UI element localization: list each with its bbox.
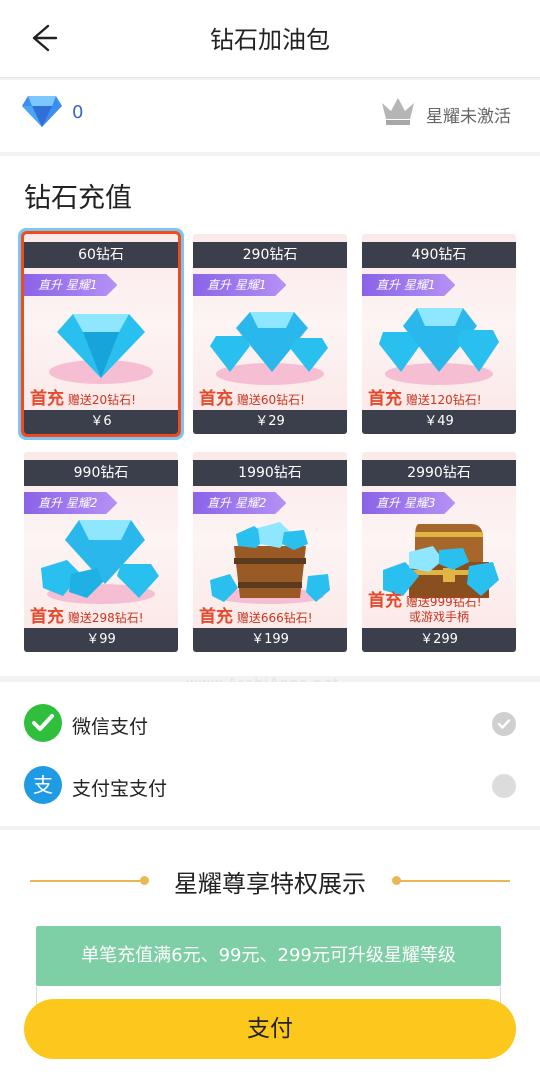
first-charge-promo: 首充 赠送20钻石! [30,389,136,409]
recharge-card-990[interactable]: 990钻石 直升 星耀2 首充 赠送298钻石! ￥99 [24,452,178,652]
star-status: 星耀未激活 [426,107,511,127]
card-amount: 60钻石 [24,242,178,268]
diamonds-icon [41,518,161,604]
card-amount: 2990钻石 [362,460,516,486]
card-amount: 990钻石 [24,460,178,486]
star-badge: 直升 星耀3 [362,492,456,514]
first-charge-promo: 首充 赠送120钻石! [368,389,482,409]
section-title: 钻石充值 [24,183,132,214]
star-badge: 直升 星耀1 [193,274,287,296]
card-price: ￥49 [362,410,516,434]
pay-button[interactable]: 支付 [24,999,516,1059]
star-badge: 直升 星耀1 [24,274,118,296]
bucket-of-diamonds-icon [210,518,330,604]
diamond-icon [22,94,62,128]
card-amount: 490钻石 [362,242,516,268]
check-icon[interactable] [492,712,516,736]
crown-icon [380,95,416,127]
gamepad-promo: 或游戏手柄 [408,610,469,624]
divider-line [394,880,510,882]
payment-option-wechat[interactable]: 微信支付 [0,694,540,754]
first-charge-promo: 首充 赠送666钻石! [199,607,313,627]
header-bar: 钻石加油包 [0,0,540,78]
first-charge-promo: 首充 赠送999钻石! [368,591,482,611]
balance-bar: 0 星耀未激活 [0,80,540,152]
radio-unselected[interactable] [492,774,516,798]
alipay-icon: 支 [24,766,62,804]
card-price: ￥199 [193,628,347,652]
first-charge-promo: 首充 赠送298钻石! [30,607,144,627]
recharge-card-60[interactable]: 60钻石 直升 星耀1 首充 赠送20钻石! ￥6 [24,234,178,434]
card-amount: 290钻石 [193,242,347,268]
page-title: 钻石加油包 [210,26,330,54]
star-badge: 直升 星耀1 [362,274,456,296]
payment-label: 微信支付 [72,716,149,738]
card-price: ￥29 [193,410,347,434]
card-price: ￥6 [24,410,178,434]
svg-text:支: 支 [33,773,53,797]
payment-option-alipay[interactable]: 支 支付宝支付 [0,756,540,816]
recharge-card-1990[interactable]: 1990钻石 直升 星耀2 首充 赠送666钻石! ￥199 [193,452,347,652]
wechat-icon [24,704,62,742]
recharge-card-2990[interactable]: 2990钻石 直升 星耀3 首充 赠送999钻石! 或游戏手柄 ￥299 [362,452,516,652]
recharge-card-490[interactable]: 490钻石 直升 星耀1 首充 赠送120钻石! ￥49 [362,234,516,434]
card-price: ￥99 [24,628,178,652]
star-badge: 直升 星耀2 [193,492,287,514]
star-badge: 直升 星耀2 [24,492,118,514]
payment-label: 支付宝支付 [72,778,168,800]
card-price: ￥299 [362,628,516,652]
recharge-section: 钻石充值 60钻石 直升 星耀1 首充 赠送20钻石! ￥6 290钻石 直升 … [0,156,540,676]
diamonds-icon [379,300,499,386]
diamond-icon [41,300,161,386]
privilege-banner: 单笔充值满6元、99元、299元可升级星耀等级 [36,926,501,986]
diamonds-icon [210,300,330,386]
first-charge-promo: 首充 赠送60钻石! [199,389,305,409]
card-amount: 1990钻石 [193,460,347,486]
diamond-balance: 0 [72,102,84,123]
recharge-card-290[interactable]: 290钻石 直升 星耀1 首充 赠送60钻石! ￥29 [193,234,347,434]
payment-methods: 微信支付 支 支付宝支付 [0,682,540,826]
